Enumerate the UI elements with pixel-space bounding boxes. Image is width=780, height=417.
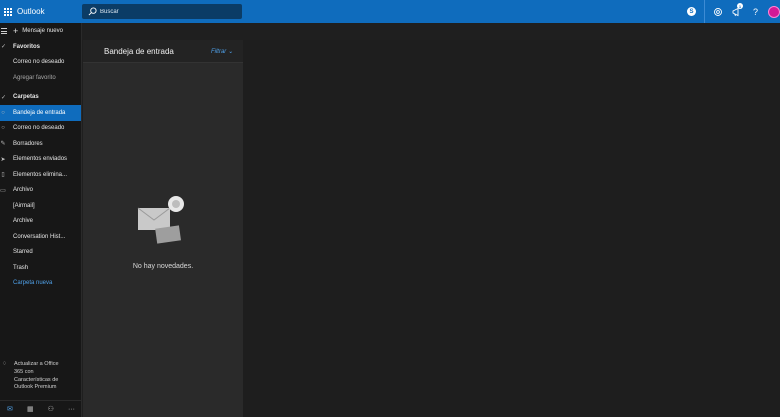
- folder-sent[interactable]: ➤ Elementos enviados: [0, 152, 81, 168]
- help-button[interactable]: ?: [746, 0, 765, 23]
- folder-archive-en[interactable]: Archive: [0, 214, 81, 230]
- folder-label: Borradores: [13, 140, 43, 147]
- gear-icon: [713, 7, 722, 16]
- new-message-button[interactable]: Mensaje nuevo: [22, 28, 63, 34]
- inbox-icon: ○: [1, 109, 5, 116]
- folder-starred[interactable]: Starred: [0, 245, 81, 261]
- folder-label: Conversation Hist...: [13, 233, 66, 240]
- calendar-icon[interactable]: ▦: [27, 405, 34, 413]
- avatar[interactable]: [768, 5, 780, 18]
- app-title[interactable]: Outlook: [17, 7, 45, 16]
- skype-icon: S: [687, 7, 696, 16]
- new-message-row: + Mensaje nuevo: [0, 23, 81, 39]
- settings-button[interactable]: [708, 0, 727, 23]
- folder-label: Archive: [13, 218, 34, 225]
- upgrade-line: Outlook Premium: [14, 384, 57, 391]
- top-bar: Outlook S 1 ?: [0, 0, 780, 23]
- filter-label: Filtrar: [210, 48, 227, 55]
- search-input[interactable]: [100, 8, 230, 15]
- folder-trash[interactable]: Trash: [0, 260, 81, 276]
- chevron-down-icon: ✓: [1, 44, 7, 51]
- empty-state-text: No hay novedades.: [132, 263, 194, 270]
- app-launcher-icon[interactable]: [4, 7, 12, 16]
- favorite-junk[interactable]: Correo no deseado: [0, 55, 81, 71]
- favorites-title: Favoritos: [13, 43, 41, 50]
- whats-new-button[interactable]: 1: [727, 0, 746, 23]
- search-box[interactable]: [82, 4, 242, 19]
- new-folder-link[interactable]: Carpeta nueva: [0, 276, 81, 292]
- skype-button[interactable]: S: [682, 0, 701, 23]
- upgrade-banner[interactable]: ♢ Actualizar a Office 365 con Caracterís…: [0, 361, 82, 392]
- upgrade-line: Actualizar a Office: [14, 361, 59, 367]
- reading-pane: [243, 40, 780, 417]
- trash-icon: ▯: [1, 172, 5, 179]
- mail-icon[interactable]: ✉: [7, 405, 13, 413]
- chevron-down-icon: ✓: [1, 94, 7, 101]
- module-switcher: ✉ ▦ ⚇ ···: [0, 400, 82, 417]
- filter-button[interactable]: Filtrar ⌄: [211, 48, 233, 55]
- folder-airmail[interactable]: [Airmail]: [0, 198, 81, 214]
- favorite-label: Agregar favorito: [13, 74, 56, 81]
- folder-label: Archivo: [13, 187, 34, 194]
- favorite-label: Correo no deseado: [13, 59, 65, 66]
- folder-drafts[interactable]: ✎ Borradores: [0, 136, 81, 152]
- junk-icon: ○: [1, 125, 5, 132]
- more-icon[interactable]: ···: [68, 406, 75, 413]
- folder-archive[interactable]: ▭ Archivo: [0, 183, 81, 199]
- plus-icon[interactable]: +: [13, 26, 18, 36]
- upgrade-line: 365 con: [14, 368, 34, 375]
- people-icon[interactable]: ⚇: [48, 405, 54, 413]
- archive-icon: ▭: [0, 187, 6, 194]
- add-favorite-link[interactable]: Agregar favorito: [0, 70, 81, 86]
- folder-inbox[interactable]: ○ Bandeja de entrada: [0, 105, 81, 121]
- favorites-header[interactable]: ✓ Favoritos: [0, 39, 81, 55]
- empty-inbox-illustration: [137, 196, 184, 244]
- send-icon: ➤: [0, 156, 6, 163]
- folder-label: Bandeja de entrada: [13, 109, 66, 116]
- message-list-header: Bandeja de entrada Filtrar ⌄: [83, 40, 243, 63]
- sidebar: + Mensaje nuevo ✓ Favoritos Correo no de…: [0, 23, 82, 417]
- folder-conversation-history[interactable]: Conversation Hist...: [0, 229, 81, 245]
- help-icon: ?: [752, 6, 758, 17]
- divider: [704, 0, 705, 23]
- folder-label: Starred: [13, 249, 33, 256]
- folder-label: Elementos enviados: [13, 156, 68, 163]
- notification-badge: 1: [737, 3, 743, 9]
- folder-label: Elementos elimina...: [13, 171, 68, 178]
- folder-junk[interactable]: ○ Correo no deseado: [0, 121, 81, 137]
- folder-deleted[interactable]: ▯ Elementos elimina...: [0, 167, 81, 183]
- folders-header[interactable]: ✓ Carpetas: [0, 90, 81, 106]
- folder-label: Correo no deseado: [13, 125, 65, 132]
- pencil-icon: ✎: [0, 141, 6, 148]
- folder-label: Carpeta nueva: [13, 280, 53, 287]
- folders-title: Carpetas: [13, 94, 39, 101]
- search-icon: [88, 7, 97, 16]
- diamond-icon: ♢: [2, 361, 7, 367]
- folder-title: Bandeja de entrada: [104, 46, 174, 56]
- upgrade-line: Características de: [14, 376, 59, 383]
- folder-label: [Airmail]: [13, 202, 35, 209]
- hamburger-icon[interactable]: [1, 27, 7, 35]
- folder-label: Trash: [13, 264, 29, 271]
